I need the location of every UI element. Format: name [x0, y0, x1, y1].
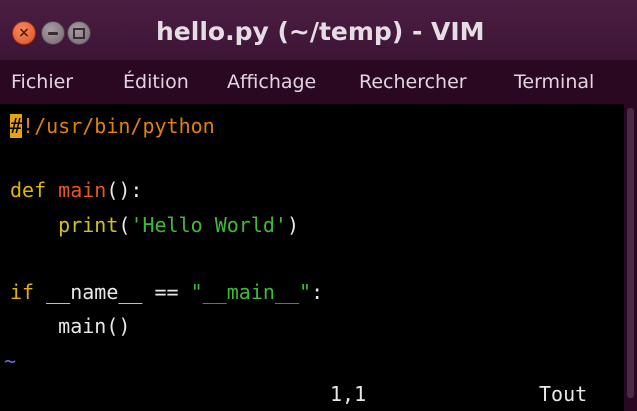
menu-item-terminal[interactable]: Terminal	[514, 60, 594, 104]
code-line-1: #!/usr/bin/python	[10, 111, 215, 141]
close-button[interactable]: ×	[12, 21, 36, 45]
code-line-4: print('Hello World')	[10, 210, 299, 240]
close-icon: ×	[18, 25, 30, 41]
terminal-area[interactable]: #!/usr/bin/python def main(): print('Hel…	[0, 104, 624, 411]
code-line-6: if __name__ == "__main__":	[10, 277, 323, 307]
name-compare: __name__ ==	[34, 280, 191, 304]
cursor-position: 1,1	[330, 382, 367, 406]
builtin-print: print	[58, 213, 119, 237]
colon: :	[311, 280, 324, 304]
minimize-icon	[48, 31, 58, 35]
vim-status-line: 1,1 Tout	[0, 377, 624, 411]
code-line-7: main()	[10, 314, 131, 338]
maximize-button[interactable]	[67, 21, 91, 45]
menu-item-fichier[interactable]: Fichier	[11, 60, 73, 104]
vim-window: × hello.py (~/temp) - VIM Fichier Éditio…	[0, 0, 637, 411]
minimize-button[interactable]	[41, 21, 65, 45]
keyword-if: if	[10, 280, 35, 304]
shebang-text: !/usr/bin/python	[22, 114, 215, 138]
maximize-icon	[73, 27, 85, 39]
scrollbar-thumb[interactable]	[627, 108, 634, 398]
open-paren: (	[118, 213, 131, 237]
window-title: hello.py (~/temp) - VIM	[156, 17, 485, 46]
scrollbar[interactable]	[624, 104, 637, 411]
scroll-position: Tout	[539, 382, 588, 406]
menu-item-edition[interactable]: Édition	[123, 60, 189, 104]
string-literal: 'Hello World'	[130, 213, 287, 237]
function-name: main	[58, 178, 107, 202]
title-bar[interactable]: × hello.py (~/temp) - VIM	[0, 0, 637, 60]
keyword-def: def	[10, 178, 47, 202]
code-line-3: def main():	[10, 175, 142, 205]
def-paren: ():	[106, 178, 143, 202]
close-paren: )	[286, 213, 300, 237]
text-cursor: #	[10, 114, 23, 138]
empty-line-tilde: ~	[4, 349, 17, 373]
menu-item-rechercher[interactable]: Rechercher	[359, 60, 467, 104]
menu-bar: Fichier Édition Affichage Rechercher Ter…	[0, 60, 637, 104]
main-string: "__main__"	[190, 280, 312, 304]
menu-item-affichage[interactable]: Affichage	[227, 60, 316, 104]
